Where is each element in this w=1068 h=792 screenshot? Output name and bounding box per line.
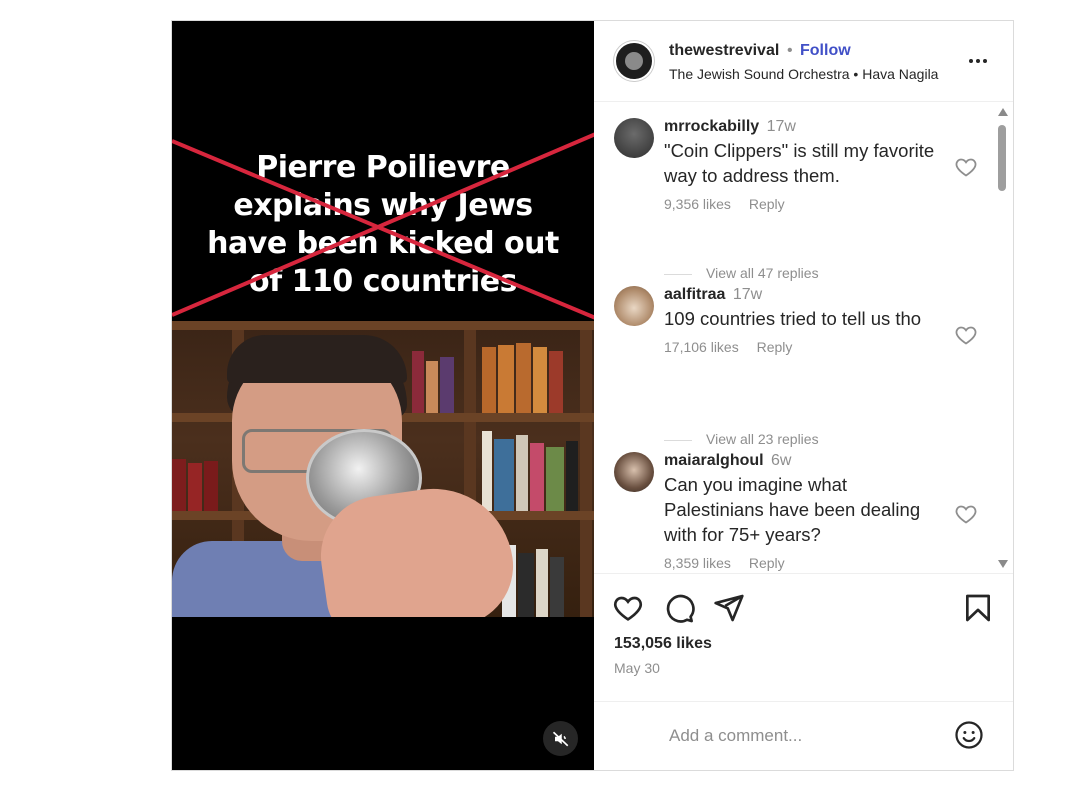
comment-item: maiaralghoul 6w Can you imagine what Pal… bbox=[614, 452, 977, 573]
avatar[interactable] bbox=[614, 286, 654, 326]
post-likes-count[interactable]: 153,056 likes bbox=[614, 635, 712, 653]
video-caption-overlay: Pierre Poilievre explains why Jews have … bbox=[172, 149, 594, 301]
bookmark-icon[interactable] bbox=[962, 592, 994, 624]
view-replies-button[interactable]: View all 47 replies bbox=[664, 265, 819, 281]
emoji-smiley-icon[interactable] bbox=[954, 720, 984, 750]
post-details-panel: thewestrevival • Follow The Jewish Sound… bbox=[594, 21, 1013, 770]
comment-item: aalfitraa 17w 109 countries tried to tel… bbox=[614, 286, 977, 386]
instagram-post: Pierre Poilievre explains why Jews have … bbox=[171, 20, 1014, 771]
reply-button[interactable]: Reply bbox=[749, 196, 785, 212]
comment-text: 109 countries tried to tell us tho bbox=[664, 308, 922, 329]
comment-bubble-icon[interactable] bbox=[663, 592, 695, 624]
comment-composer bbox=[594, 701, 1013, 770]
scroll-up-arrow-icon[interactable] bbox=[998, 108, 1008, 116]
heart-icon[interactable] bbox=[954, 155, 978, 179]
post-date[interactable]: May 30 bbox=[614, 660, 660, 676]
caption-line: of 110 countries bbox=[249, 264, 517, 299]
comment-timestamp[interactable]: 17w bbox=[767, 118, 796, 135]
follow-button[interactable]: Follow bbox=[800, 42, 851, 60]
speaker-muted-icon bbox=[552, 731, 568, 746]
separator-dot: • bbox=[787, 42, 793, 59]
comment-item: mrrockabilly 17w "Coin Clippers" is stil… bbox=[614, 118, 977, 218]
scrollbar-thumb[interactable] bbox=[998, 125, 1006, 191]
comment-text: "Coin Clippers" is still my favorite way… bbox=[664, 140, 935, 186]
comment-username[interactable]: aalfitraa bbox=[664, 286, 725, 303]
comment-likes-count[interactable]: 9,356 likes bbox=[664, 196, 731, 212]
avatar[interactable] bbox=[614, 118, 654, 158]
heart-icon[interactable] bbox=[954, 502, 978, 526]
comment-text: Can you imagine what Palestinians have b… bbox=[664, 474, 921, 545]
reply-button[interactable]: Reply bbox=[757, 339, 793, 355]
comments-scrollbar[interactable] bbox=[994, 108, 1010, 568]
scroll-down-arrow-icon[interactable] bbox=[998, 560, 1008, 568]
author-username[interactable]: thewestrevival bbox=[669, 42, 779, 60]
more-horizontal-icon bbox=[969, 59, 987, 63]
view-replies-button[interactable]: View all 23 replies bbox=[664, 431, 819, 447]
caption-line: Pierre Poilievre bbox=[256, 150, 510, 185]
like-heart-icon[interactable] bbox=[612, 592, 644, 624]
caption-line: have been kicked out bbox=[207, 226, 559, 261]
avatar[interactable] bbox=[614, 41, 654, 81]
comment-timestamp[interactable]: 17w bbox=[733, 286, 762, 303]
comment-username[interactable]: maiaralghoul bbox=[664, 452, 764, 469]
heart-icon[interactable] bbox=[954, 323, 978, 347]
video-player[interactable]: Pierre Poilievre explains why Jews have … bbox=[172, 21, 594, 770]
caption-line: explains why Jews bbox=[233, 188, 533, 223]
comments-list[interactable]: mrrockabilly 17w "Coin Clippers" is stil… bbox=[594, 103, 1013, 573]
comment-likes-count[interactable]: 17,106 likes bbox=[664, 339, 739, 355]
reply-button[interactable]: Reply bbox=[749, 555, 785, 571]
mute-toggle-button[interactable] bbox=[543, 721, 578, 756]
audio-track-link[interactable]: The Jewish Sound Orchestra • Hava Nagila bbox=[669, 66, 938, 82]
add-comment-input[interactable] bbox=[669, 722, 939, 750]
more-options-button[interactable] bbox=[966, 49, 990, 73]
video-frame bbox=[172, 321, 594, 617]
comment-likes-count[interactable]: 8,359 likes bbox=[664, 555, 731, 571]
post-actions: 153,056 likes May 30 bbox=[594, 573, 1013, 693]
comment-timestamp[interactable]: 6w bbox=[771, 452, 791, 469]
avatar[interactable] bbox=[614, 452, 654, 492]
post-header: thewestrevival • Follow The Jewish Sound… bbox=[594, 21, 1013, 102]
comment-username[interactable]: mrrockabilly bbox=[664, 118, 759, 135]
share-send-icon[interactable] bbox=[713, 592, 745, 624]
